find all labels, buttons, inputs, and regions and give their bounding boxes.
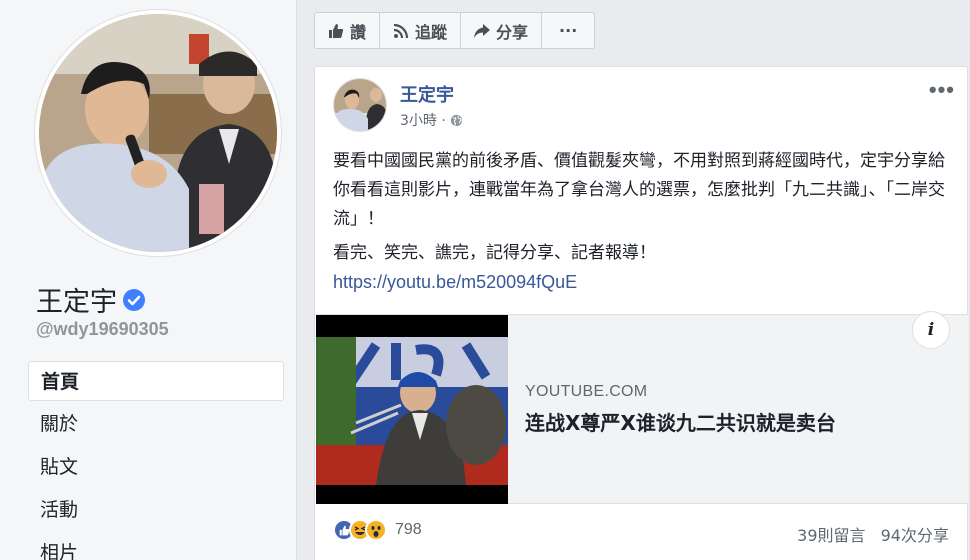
- verified-badge-icon: [123, 288, 145, 311]
- post-menu-button[interactable]: •••: [929, 77, 955, 103]
- profile-photo-image: [39, 14, 277, 252]
- share-arrow-icon: [474, 23, 491, 38]
- share-label: 分享: [496, 22, 529, 42]
- nav-item-about[interactable]: 關於: [28, 404, 284, 444]
- share-page-button[interactable]: 分享: [461, 13, 543, 48]
- post-youtube-link[interactable]: https://youtu.be/m520094fQuE: [333, 272, 577, 293]
- page-name[interactable]: 王定宇: [36, 280, 117, 319]
- post-timestamp[interactable]: 3小時 ·: [400, 110, 463, 130]
- wow-reaction-icon: [365, 519, 387, 541]
- post-time-text: 3小時 ·: [400, 113, 446, 129]
- preview-title[interactable]: 连战X尊严X谁谈九二共识就是卖台: [525, 407, 836, 436]
- follow-label: 追蹤: [415, 22, 448, 42]
- thumbs-up-icon: [329, 23, 344, 38]
- link-preview-card[interactable]: YOUTUBE.COM 连战X尊严X谁谈九二共识就是卖台 i: [316, 311, 968, 504]
- follow-button[interactable]: 追蹤: [380, 13, 462, 48]
- more-dots-icon: ···: [559, 21, 578, 40]
- info-icon[interactable]: i: [912, 311, 950, 349]
- rss-icon: [393, 23, 409, 38]
- post-paragraph: 要看中國國民黨的前後矛盾、價值觀髮夾彎，不用對照到蔣經國時代，定宇分享給你看看這…: [333, 151, 945, 229]
- post-author-name[interactable]: 王定宇: [400, 81, 454, 107]
- more-options-button[interactable]: ···: [542, 13, 594, 48]
- nav-item-photos[interactable]: 相片: [28, 533, 284, 560]
- preview-source-domain: YOUTUBE.COM: [525, 383, 648, 400]
- page-nav: 首頁 關於 貼文 活動 相片: [28, 361, 284, 560]
- nav-item-posts[interactable]: 貼文: [28, 447, 284, 487]
- nav-item-home[interactable]: 首頁: [28, 361, 284, 401]
- video-thumbnail[interactable]: [316, 315, 508, 504]
- post-stats: 39則留言 94次分享: [797, 522, 949, 546]
- nav-item-events[interactable]: 活動: [28, 490, 284, 530]
- post-paragraph: 看完、笑完、譙完，記得分享、記者報導！: [333, 243, 656, 263]
- globe-icon: [450, 114, 462, 126]
- reaction-count: 798: [395, 521, 422, 538]
- share-count-link[interactable]: 94次分享: [881, 526, 949, 545]
- reaction-summary[interactable]: 798: [333, 519, 422, 541]
- like-label: 讚: [350, 22, 367, 42]
- post-card: 王定宇 3小時 · ••• 要看中國國民黨的前後矛盾、價值觀髮夾彎，不用對照到蔣…: [314, 66, 968, 560]
- reaction-icons: [333, 519, 387, 541]
- page-action-bar: 讚 追蹤 分享 ···: [314, 12, 596, 49]
- like-page-button[interactable]: 讚: [315, 13, 381, 48]
- post-author-avatar[interactable]: [333, 78, 387, 132]
- page-handle[interactable]: @wdy19690305: [36, 319, 169, 340]
- post-body: 要看中國國民黨的前後矛盾、價值觀髮夾彎，不用對照到蔣經國時代，定宇分享給你看看這…: [333, 147, 953, 273]
- page-name-row: 王定宇: [36, 280, 145, 319]
- profile-picture[interactable]: [39, 14, 277, 252]
- comment-count-link[interactable]: 39則留言: [797, 526, 865, 545]
- left-column: 王定宇 @wdy19690305 首頁 關於 貼文 活動 相片: [0, 0, 297, 560]
- profile-picture-frame[interactable]: [35, 10, 281, 256]
